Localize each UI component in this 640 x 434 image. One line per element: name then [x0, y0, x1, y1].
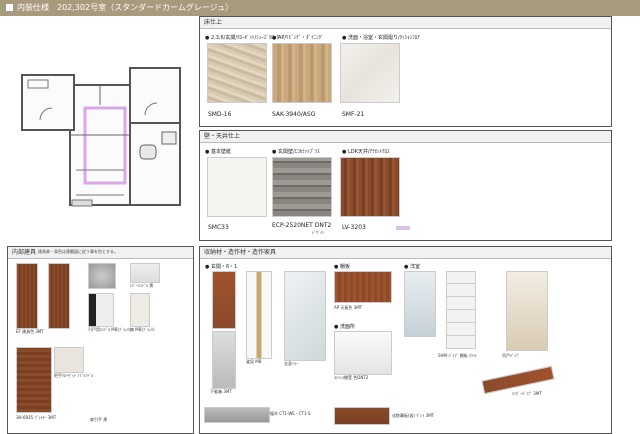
steel-shelf-swatch [334, 331, 392, 375]
bullet-icon [6, 4, 13, 11]
storage-item-label: 化粧幕板(仮) ｸﾞﾚｲ 3MT [392, 413, 435, 418]
wall-code: LV-3203 [342, 224, 366, 231]
baseboard-swatch [204, 407, 270, 423]
storage-group-heading: ● 洋室 [404, 264, 420, 270]
wall-swatch-wood [340, 157, 400, 217]
floor-item-label: ● 洗面・浴室・玄関廻り/ｸｯｼｮﾝﾌﾛｱ [342, 35, 420, 41]
interior-item-label: ﾚﾊﾞｰﾊﾝﾄﾞﾙ 黒 [130, 283, 154, 288]
interior-item-label: 引戸用ﾊﾝﾄﾞﾙ MB(ﾌﾞﾗｯｸ) [88, 327, 131, 332]
storage-group-heading: ● 洗面所 [334, 324, 355, 330]
page-title-text: 内装仕様 202,302号室（スタンダードカームグレージュ） [17, 3, 234, 12]
shelf-board-swatch [334, 271, 392, 303]
floor-code: SMF-21 [342, 111, 365, 118]
wall-finish-heading: 壁・天井仕上 [200, 131, 611, 143]
storage-item-label: ｽﾃﾝﾚｽ棚受 色DNT2 [334, 375, 369, 380]
storage-item-label: 下駄箱 3MT [210, 389, 232, 394]
wall-finish-panel: 壁・天井仕上 ● 基本壁紙 ● 玄関壁/ｴｺｶﾗｯﾄﾌﾟﾗｽ ● LDK天井/ｱ… [199, 130, 612, 241]
pull-handle-icon [88, 293, 114, 327]
wall-code: SMC33 [208, 224, 229, 231]
floor-plan [20, 60, 185, 210]
closet-shelf-swatch [446, 271, 476, 349]
shoe-cabinet-swatch [212, 271, 236, 329]
fascia-board-swatch [334, 407, 390, 425]
interior-fittings-panel: 内部建具 建具扉・表色は建築図に従う事を別とする。 EF 建具色 3MT ﾚﾊﾞ… [7, 246, 194, 434]
storage-fixtures-panel: 収納材・造作材・造作家具 ● 玄関・6・1 下駄箱 3MT 姿見 MB 全身ﾐﾗ… [199, 246, 612, 434]
hanging-pipe-swatch [404, 271, 436, 337]
wall-swatch-stone [272, 157, 332, 217]
interior-fittings-title: 内部建具 [12, 249, 37, 256]
door-dark-swatch [48, 263, 70, 329]
storage-group-heading: ● 棚板 [334, 264, 350, 270]
handrail-swatch [246, 271, 272, 359]
wall-note: ﾃﾞｻﾞｲﾝ [312, 230, 324, 235]
storage-item-label: 姿見 MB [246, 359, 262, 364]
shoe-cabinet-interior-swatch [212, 331, 236, 389]
floor-swatch-beige [207, 43, 267, 103]
floor-finish-heading: 床仕上 [200, 17, 611, 29]
wall-item-label: ● LDK天井/ｱｸｾﾝﾄｸﾛｽ [342, 149, 390, 155]
header-bar: 内装仕様 202,302号室（スタンダードカームグレージュ） [0, 0, 640, 16]
floor-item-label: ● 2,3,6/玄関/ｸﾛｰｾﾞｯﾄ/ｼｭｰｽﾞｸﾛｰｸ [205, 35, 279, 41]
storage-group-heading: ● 玄関・6・1 [205, 264, 238, 270]
wall-swatch-white [207, 157, 267, 217]
interior-fittings-note: 建具扉・表色は建築図に従う事を別とする。 [38, 249, 118, 254]
storage-fixtures-heading: 収納材・造作材・造作家具 [200, 247, 611, 259]
floor-code: SAK-3940/ASG [272, 111, 316, 118]
floor-code: SMD-16 [208, 111, 232, 118]
wall-color-dot [396, 226, 410, 230]
lever-handle-icon [130, 263, 160, 283]
lock-knob-icon [54, 347, 84, 373]
door-panel-swatch [16, 347, 52, 413]
floor-finish-panel: 床仕上 ● 2,3,6/玄関/ｸﾛｰｾﾞｯﾄ/ｼｭｰｽﾞｸﾛｰｸ ● AP/ﾘﾋ… [199, 16, 612, 127]
storage-item-label: SHM-ﾊﾟｲﾌﾟ 棚板 ﾎﾜｲﾄ [438, 353, 477, 358]
storage-item-label: 全身ﾐﾗｰ [284, 361, 298, 366]
storage-item-label: 吊戸ﾊﾟｲﾌﾟ [502, 353, 520, 358]
interior-item-label: 扉引手 黒 [90, 417, 108, 422]
wall-code: ECP-2520NET DNT2 [272, 222, 332, 229]
floor-swatch-wood [272, 43, 332, 103]
handle-icon [88, 263, 116, 289]
floor-plan-drawing [21, 67, 181, 207]
interior-item-label: 扉 MB(ﾌﾞﾗｯｸ) [130, 327, 155, 332]
page-title: 内装仕様 202,302号室（スタンダードカームグレージュ） [6, 2, 233, 13]
interior-item-label: EF 建具色 3MT [16, 329, 44, 334]
walkin-closet-swatch [506, 271, 548, 351]
door-dark-swatch [16, 263, 38, 329]
floor-swatch-marble [340, 43, 400, 103]
mirror-swatch [284, 271, 326, 361]
storage-item-label: 幅木 CT1-WE・CT1-S [270, 411, 311, 416]
interior-item-label: 把手ｸﾛｰｾﾞｯﾄ ﾉﾌﾞﾊﾝﾄﾞﾙ [54, 373, 94, 378]
storage-item-label: AP 天板色 3MT [334, 305, 363, 310]
floor-item-label: ● AP/ﾘﾋﾞﾝｸﾞ・ﾀﾞｲﾆﾝｸﾞ [272, 35, 324, 41]
knob-icon [130, 293, 150, 327]
interior-item-label: 3H-6935 ﾌﾟﾗｲﾀｰ 3MT [16, 415, 57, 420]
storage-item-label: ﾊﾝｶﾞｰﾊﾟｲﾌﾟ 3MT [512, 391, 542, 396]
wall-item-label: ● 基本壁紙 [205, 149, 231, 155]
wall-item-label: ● 玄関壁/ｴｺｶﾗｯﾄﾌﾟﾗｽ [272, 149, 320, 155]
